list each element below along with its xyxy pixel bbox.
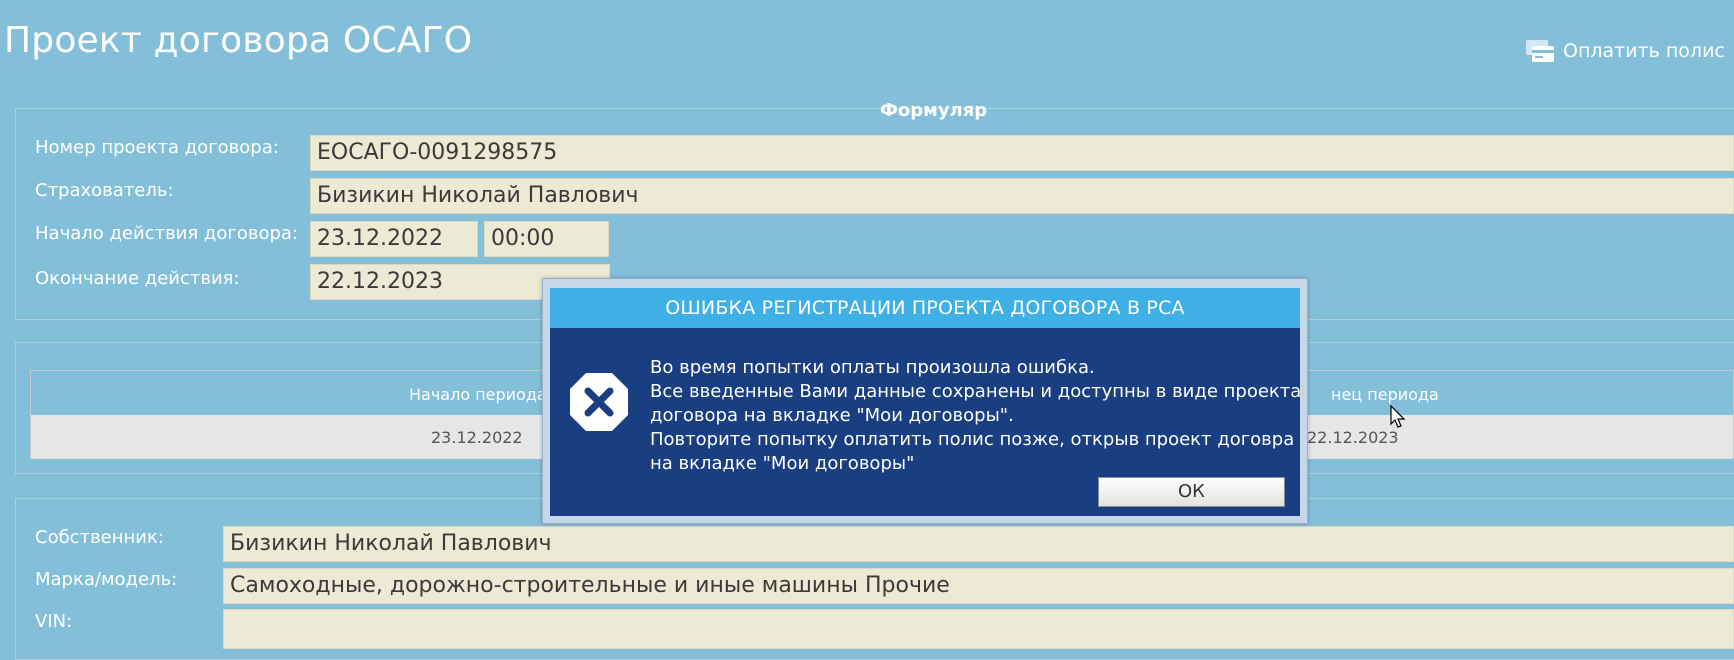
error-dialog-body: ОШИБКА РЕГИСТРАЦИИ ПРОЕКТА ДОГОВОРА В РС… [550, 288, 1302, 516]
error-dialog-message: Во время попытки оплаты произошла ошибка… [650, 356, 1302, 476]
error-message-line: Все введенные Вами данные сохранены и до… [650, 381, 1302, 402]
period-start-value: 23.12.2022 [431, 428, 523, 447]
pay-policy-link[interactable]: Оплатить полис [1525, 38, 1725, 64]
model-field[interactable]: Самоходные, дорожно-строительные и иные … [223, 568, 1734, 604]
owner-label: Собственник: [35, 527, 164, 548]
insurer-field[interactable]: Бизикин Николай Павлович [310, 178, 1734, 214]
start-date-field[interactable]: 23.12.2022 [310, 221, 478, 257]
error-dialog-title: ОШИБКА РЕГИСТРАЦИИ ПРОЕКТА ДОГОВОРА В РС… [550, 288, 1300, 328]
error-message-line: Во время попытки оплаты произошла ошибка… [650, 357, 1095, 378]
period-end-header: нец периода [1331, 385, 1439, 404]
error-message-line: Повторите попытку оплатить полис позже, … [650, 429, 1295, 450]
end-date-label: Окончание действия: [35, 268, 240, 289]
start-time-field[interactable]: 00:00 [484, 221, 609, 257]
contract-number-field[interactable]: ЕОСАГО-0091298575 [310, 135, 1734, 171]
model-label: Марка/модель: [35, 569, 178, 590]
error-message-line: договора на вкладке "Мои договоры". [650, 405, 1014, 426]
error-dialog: ОШИБКА РЕГИСТРАЦИИ ПРОЕКТА ДОГОВОРА В РС… [542, 278, 1308, 524]
credit-card-icon [1525, 38, 1555, 64]
owner-field[interactable]: Бизикин Николай Павлович [223, 526, 1734, 562]
ok-button[interactable]: ОК [1098, 477, 1285, 507]
vin-field[interactable] [223, 609, 1734, 649]
page-title: Проект договора ОСАГО [4, 20, 473, 61]
period-start-header: Начало периода [409, 385, 547, 404]
vin-label: VIN: [35, 611, 73, 632]
pay-policy-label: Оплатить полис [1563, 40, 1725, 62]
period-end-value: 22.12.2023 [1307, 428, 1399, 447]
error-message-line: на вкладке "Мои договоры" [650, 453, 915, 474]
mouse-cursor-icon [1390, 404, 1406, 433]
insurer-label: Страхователь: [35, 180, 174, 201]
error-x-icon [568, 371, 630, 437]
formular-legend: Формуляр [880, 100, 988, 121]
start-date-label: Начало действия договора: [35, 223, 298, 244]
contract-number-label: Номер проекта договора: [35, 137, 279, 158]
